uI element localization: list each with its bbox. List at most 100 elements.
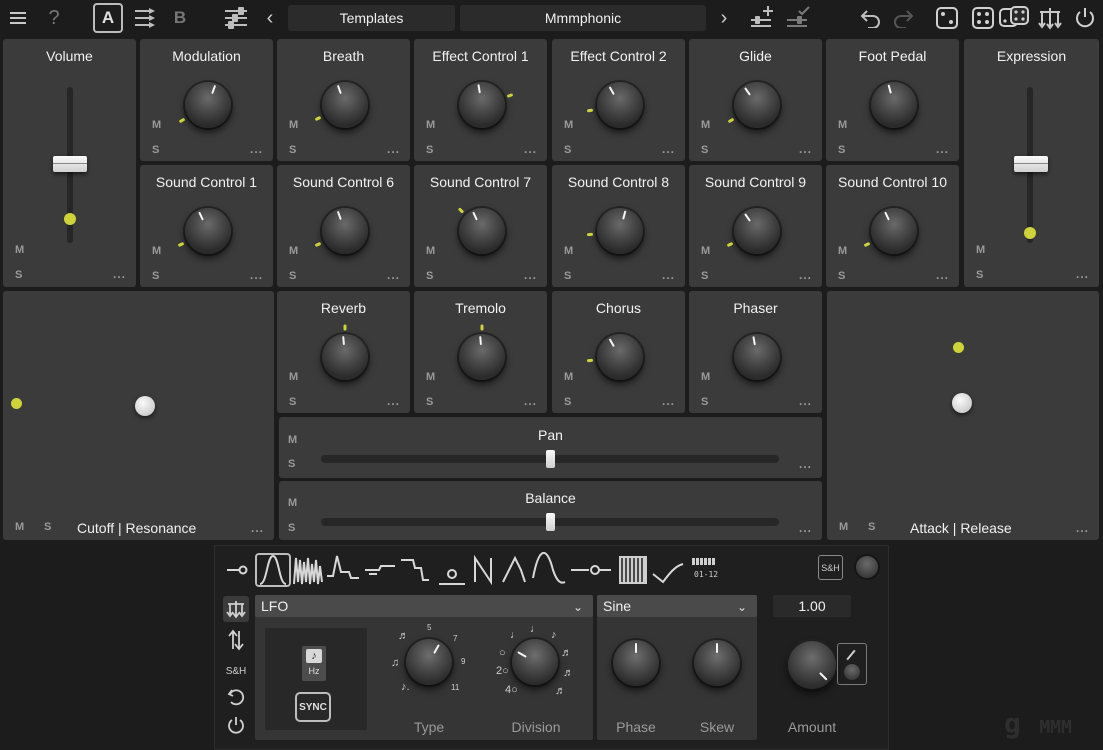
xy-right-handle[interactable] — [952, 393, 972, 413]
sound-control-1-solo-button[interactable]: S — [152, 270, 159, 282]
effect-control-1-mute-button[interactable]: M — [426, 119, 435, 131]
xy-right-more-button[interactable]: ... — [1076, 521, 1089, 535]
sound-control-8-more-button[interactable]: ... — [662, 268, 675, 282]
effect-control-1-solo-button[interactable]: S — [426, 144, 433, 156]
shape-selector[interactable] — [225, 551, 725, 588]
breath-solo-button[interactable]: S — [289, 144, 296, 156]
templates-button[interactable]: Templates — [288, 5, 455, 31]
save-preset-icon[interactable] — [784, 4, 814, 32]
expression-more-button[interactable]: ... — [1076, 267, 1089, 281]
modulator-power-icon[interactable] — [225, 714, 247, 736]
foot-pedal-mute-button[interactable]: M — [838, 119, 847, 131]
sound-control-1-more-button[interactable]: ... — [250, 268, 263, 282]
volume-mute-button[interactable]: M — [15, 244, 24, 256]
sound-control-8-knob[interactable] — [597, 208, 643, 254]
chorus-knob[interactable] — [597, 334, 643, 380]
sound-control-6-solo-button[interactable]: S — [289, 270, 296, 282]
menu-icon[interactable] — [8, 8, 28, 28]
balance-solo-button[interactable]: S — [288, 522, 295, 534]
tremolo-solo-button[interactable]: S — [426, 396, 433, 408]
phase-knob[interactable] — [613, 640, 659, 686]
source-dropdown[interactable]: LFO ⌄ — [255, 595, 593, 617]
cutoff-resonance-xy-pad[interactable]: M S Cutoff | Resonance ... — [3, 291, 274, 540]
updown-icon[interactable] — [225, 628, 247, 652]
balance-slider-handle[interactable] — [546, 513, 555, 531]
sound-control-7-mute-button[interactable]: M — [426, 245, 435, 257]
foot-pedal-more-button[interactable]: ... — [936, 142, 949, 156]
amount-knob[interactable] — [788, 641, 836, 689]
rate-mode-toggle[interactable]: ♪ Hz — [302, 646, 326, 681]
sound-control-7-knob[interactable] — [459, 208, 505, 254]
phaser-more-button[interactable]: ... — [799, 394, 812, 408]
attack-release-xy-pad[interactable]: M S Attack | Release ... — [827, 291, 1099, 540]
pan-slider-handle[interactable] — [546, 450, 555, 468]
prev-preset-button[interactable]: ‹ — [262, 5, 278, 31]
sound-control-8-solo-button[interactable]: S — [564, 270, 571, 282]
phaser-solo-button[interactable]: S — [701, 396, 708, 408]
glide-mute-button[interactable]: M — [701, 119, 710, 131]
modulation-more-button[interactable]: ... — [250, 142, 263, 156]
amount-attenuator[interactable] — [837, 643, 867, 685]
glide-knob[interactable] — [734, 82, 780, 128]
tremolo-more-button[interactable]: ... — [524, 394, 537, 408]
skew-knob[interactable] — [694, 640, 740, 686]
type-knob[interactable] — [406, 639, 452, 685]
dice-pair-icon[interactable] — [998, 4, 1030, 32]
foot-pedal-knob[interactable] — [871, 82, 917, 128]
reverb-mute-button[interactable]: M — [289, 371, 298, 383]
sound-control-7-more-button[interactable]: ... — [524, 268, 537, 282]
reverb-knob[interactable] — [322, 334, 368, 380]
sound-control-10-knob[interactable] — [871, 208, 917, 254]
effect-control-2-more-button[interactable]: ... — [662, 142, 675, 156]
modulation-knob[interactable] — [185, 82, 231, 128]
power-icon[interactable] — [1072, 5, 1098, 31]
preset-b-button[interactable]: B — [168, 6, 192, 30]
preset-a-button[interactable]: A — [93, 3, 123, 33]
sound-control-10-mute-button[interactable]: M — [838, 245, 847, 257]
effect-control-1-more-button[interactable]: ... — [524, 142, 537, 156]
waveform-dropdown[interactable]: Sine ⌄ — [597, 595, 757, 617]
breath-mute-button[interactable]: M — [289, 119, 298, 131]
glide-solo-button[interactable]: S — [701, 144, 708, 156]
sound-control-7-solo-button[interactable]: S — [426, 270, 433, 282]
dice-one-icon[interactable] — [934, 5, 960, 31]
dice-two-icon[interactable] — [970, 5, 996, 31]
sound-control-8-mute-button[interactable]: M — [564, 245, 573, 257]
tremolo-knob[interactable] — [459, 334, 505, 380]
effect-control-2-knob[interactable] — [597, 82, 643, 128]
breath-more-button[interactable]: ... — [387, 142, 400, 156]
phaser-knob[interactable] — [734, 334, 780, 380]
xy-left-solo-button[interactable]: S — [44, 521, 51, 533]
amount-value-field[interactable]: 1.00 — [773, 595, 851, 617]
sound-control-10-more-button[interactable]: ... — [936, 268, 949, 282]
chorus-more-button[interactable]: ... — [662, 394, 675, 408]
expression-fader-handle[interactable] — [1014, 156, 1048, 172]
pan-more-button[interactable]: ... — [799, 457, 812, 471]
tremolo-mute-button[interactable]: M — [426, 371, 435, 383]
xy-right-mute-button[interactable]: M — [839, 521, 848, 533]
volume-solo-button[interactable]: S — [15, 269, 22, 281]
xy-left-handle[interactable] — [135, 396, 155, 416]
modulation-solo-button[interactable]: S — [152, 144, 159, 156]
next-preset-button[interactable]: › — [716, 5, 732, 31]
division-knob[interactable] — [512, 639, 558, 685]
xy-left-more-button[interactable]: ... — [251, 521, 264, 535]
mixer-icon[interactable] — [222, 5, 250, 31]
sound-control-6-knob[interactable] — [322, 208, 368, 254]
routing-side-icon[interactable] — [223, 596, 249, 622]
glide-more-button[interactable]: ... — [799, 142, 812, 156]
sound-control-9-solo-button[interactable]: S — [701, 270, 708, 282]
routing-icon[interactable] — [1036, 4, 1064, 32]
xy-right-solo-button[interactable]: S — [868, 521, 875, 533]
effect-control-2-solo-button[interactable]: S — [564, 144, 571, 156]
sound-control-9-more-button[interactable]: ... — [799, 268, 812, 282]
preset-name-display[interactable]: Mmmphonic — [460, 5, 706, 31]
pan-mute-button[interactable]: M — [288, 434, 297, 446]
effect-control-1-knob[interactable] — [459, 82, 505, 128]
sound-control-9-knob[interactable] — [734, 208, 780, 254]
copy-arrows-icon[interactable] — [132, 6, 158, 30]
reverb-more-button[interactable]: ... — [387, 394, 400, 408]
amount-attenuator-knob[interactable] — [844, 664, 860, 680]
sound-control-1-mute-button[interactable]: M — [152, 245, 161, 257]
modulator-level-knob[interactable] — [856, 556, 878, 578]
